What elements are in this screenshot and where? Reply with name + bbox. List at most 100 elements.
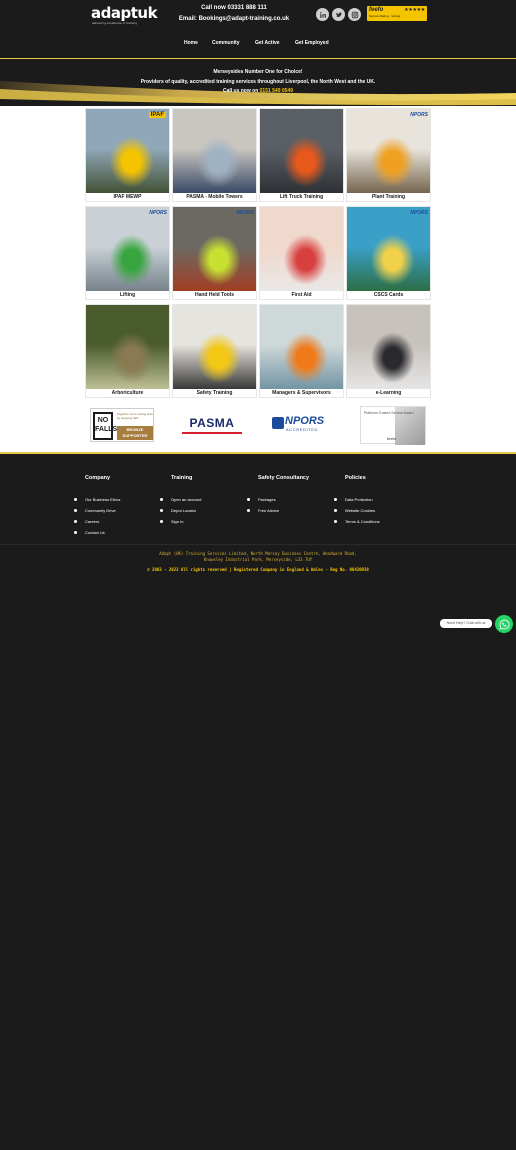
footer-link[interactable]: Free Advice [246,505,309,516]
footer-link[interactable]: Terms & Conditions [334,516,380,527]
copyright-notice: © 2003 - 2023 All rights reserved | Regi… [147,567,369,572]
feefo-platinum-award-logo: Platinum Trusted Service Award feefo [360,406,426,445]
footer-link[interactable]: Packages [246,494,309,505]
course-photo [260,207,343,295]
course-tile-label: PASMA - Mobile Towers [173,193,256,201]
course-tile[interactable]: NPORS CSCS Cards [346,206,431,300]
banner-call: Call us now on 0151 549 0549 [222,88,294,94]
bronze-supporter-label: BRONZE SUPPORTER [117,426,153,440]
feefo-award-brand: feefo [387,436,396,441]
course-tile[interactable]: NPORS Plant Training [346,108,431,202]
course-tile-label: Managers & Supervisors [260,389,343,397]
npors-mark-icon [272,417,284,429]
course-tile-label: Plant Training [347,193,430,201]
npors-badge: NPORS [410,210,428,216]
course-tile-label: Arboriculture [86,389,169,397]
course-photo [86,207,169,295]
course-photo [173,305,256,393]
banner-description: Providers of quality, accredited trainin… [140,78,376,85]
course-tile-label: CSCS Cards [347,291,430,299]
course-tile-label: Lifting [86,291,169,299]
course-tile[interactable]: Arboriculture [85,304,170,398]
footer-link[interactable]: Our Business Ethos [73,494,120,505]
footer-link[interactable]: Open an account [159,494,201,505]
footer-heading: Safety Consultancy [258,475,310,481]
header-contact: Call now 03331 888 111 Email: Bookings@a… [172,3,296,25]
npors-badge: NPORS [149,210,167,216]
nav-home[interactable]: Home [184,40,198,46]
star-rating-icon: ★★★★★ [404,7,425,13]
footer-link[interactable]: Community Drive [73,505,120,516]
no-falls-logo: NO FALLS Together we're saving lives by … [90,408,154,442]
course-tile-label: Lift Truck Training [260,193,343,201]
feefo-rating-badge[interactable]: feefo ★★★★★ Service Rating · ratings [367,6,427,21]
course-photo [347,207,430,295]
logo-wordmark: adaptuk [91,4,158,22]
ipaf-badge: IPAF [148,112,166,118]
email-link[interactable]: Email: Bookings@adapt-training.co.uk [172,14,296,25]
course-tile-label: e-Learning [347,389,430,397]
course-tile-label: IPAF MEWP [86,193,169,201]
course-tile[interactable]: PASMA - Mobile Towers [172,108,257,202]
linkedin-icon[interactable] [316,8,329,21]
course-tile[interactable]: NPORS Hand Held Tools [172,206,257,300]
banner-headline: Merseysides Number One for Choice! [213,69,303,75]
feefo-logo: feefo [369,7,384,13]
whatsapp-icon[interactable] [495,615,513,633]
no-falls-mark: NO FALLS [93,412,117,440]
footer-link[interactable]: Contact Us [73,527,120,538]
footer-link[interactable]: Sign In [159,516,201,527]
footer-separator [0,544,516,545]
course-photo [347,109,430,197]
course-photo [173,109,256,197]
footer-link[interactable]: Data Protection [334,494,380,505]
site-header: adaptuk delivering excellence in trainin… [0,0,516,58]
nav-get-employed[interactable]: Get Employed [295,40,329,46]
pasma-logo: PASMA [182,416,242,434]
nav-community[interactable]: Community [212,40,240,46]
footer-column-company: Company Our Business Ethos Community Dri… [73,475,120,538]
course-tile-label: Safety Training [173,389,256,397]
banner-phone-link[interactable]: 0151 549 0549 [260,88,293,94]
instagram-icon[interactable] [348,8,361,21]
no-falls-tagline: Together we're saving lives by stopping … [117,412,153,420]
footer-heading: Company [85,475,111,481]
banner-text: Merseysides Number One for Choice! Provi… [0,68,516,97]
course-photo [86,305,169,393]
adapt-uk-logo[interactable]: adaptuk delivering excellence in trainin… [91,4,166,26]
course-photo [347,305,430,393]
course-tile[interactable]: Managers & Supervisors [259,304,344,398]
footer-heading: Policies [345,475,366,481]
npors-badge: NPORS [410,112,428,118]
nav-get-active[interactable]: Get Active [255,40,280,46]
feefo-subtext: Service Rating · ratings [369,14,401,18]
course-tile[interactable]: Safety Training [172,304,257,398]
course-tile[interactable]: e-Learning [346,304,431,398]
footer-column-policies: Policies Data Protection Website Cookies… [334,475,380,527]
footer-link[interactable]: Depot Locator [159,505,201,516]
course-photo [260,109,343,197]
course-photo [86,109,169,197]
course-grid: IPAF IPAF MEWP PASMA - Mobile Towers Lift T… [85,108,431,398]
pasma-underline [182,432,242,434]
course-tile-label: First Aid [260,291,343,299]
company-address: Adapt (UK) Training Services Limited, No… [159,551,357,562]
course-tile-label: Hand Held Tools [173,291,256,299]
course-tile[interactable]: Lift Truck Training [259,108,344,202]
whatsapp-help-bubble[interactable]: Need Help? Chat with us [440,619,492,628]
twitter-icon[interactable] [332,8,345,21]
social-links [316,8,361,21]
course-section: IPAF IPAF MEWP PASMA - Mobile Towers Lift T… [0,106,516,452]
course-photo [260,305,343,393]
call-now-link[interactable]: Call now 03331 888 111 [172,3,296,14]
course-photo [173,207,256,295]
footer-column-safety-consultancy: Safety Consultancy Packages Free Advice [246,475,310,516]
course-tile[interactable]: IPAF IPAF MEWP [85,108,170,202]
footer-link[interactable]: Careers [73,516,120,527]
footer-link[interactable]: Website Cookies [334,505,380,516]
hero-banner: Merseysides Number One for Choice! Provi… [0,58,516,106]
npors-accredited-logo: NPORS ACCREDITED [271,416,333,434]
course-tile[interactable]: NPORS Lifting [85,206,170,300]
course-tile[interactable]: First Aid [259,206,344,300]
footer-heading: Training [171,475,193,481]
